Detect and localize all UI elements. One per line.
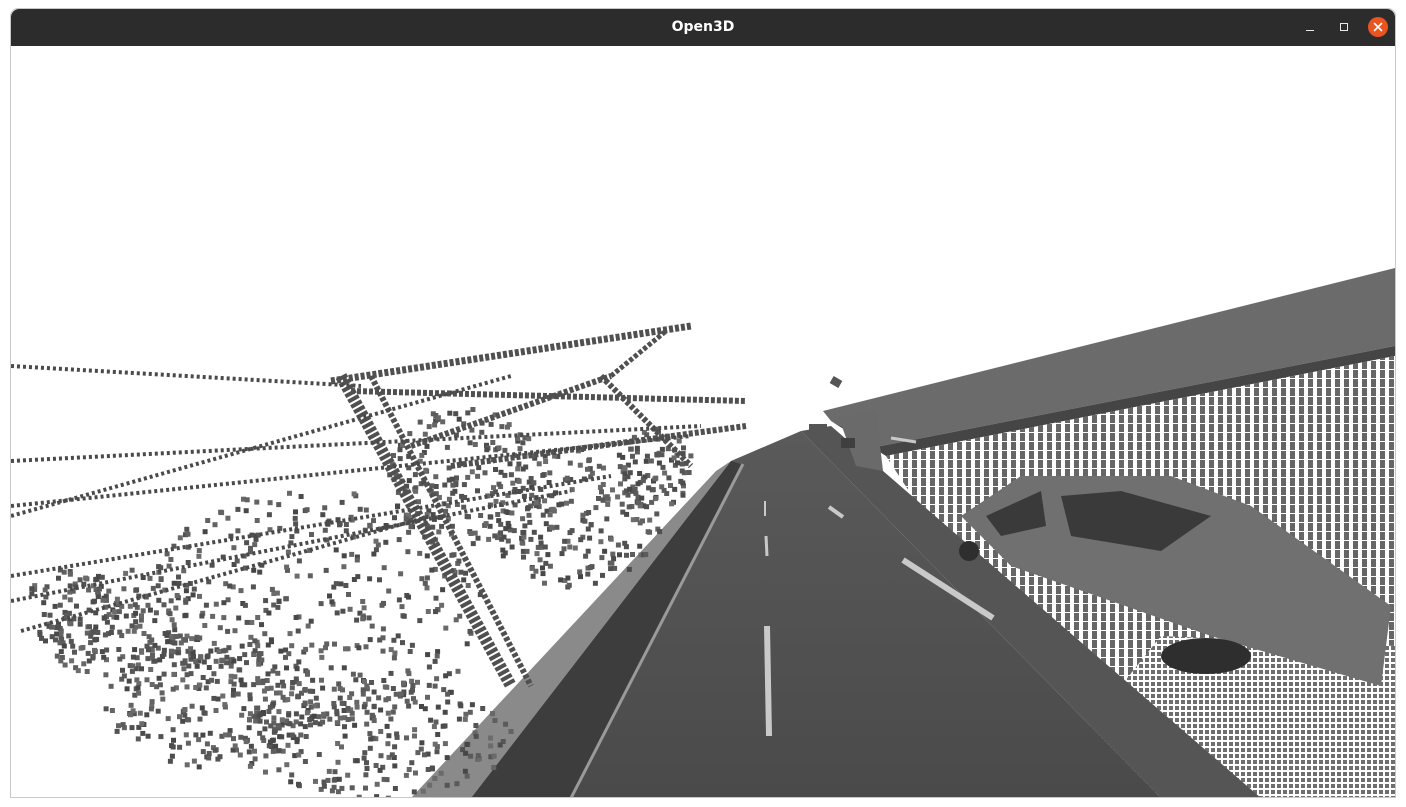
car-wheel-front xyxy=(959,541,979,561)
open3d-window: Open3D xyxy=(10,8,1396,798)
minimize-icon xyxy=(1306,30,1314,31)
lane-dash xyxy=(764,535,769,557)
car-wheel xyxy=(1161,638,1251,674)
van-window xyxy=(841,438,855,448)
point-cloud-scene xyxy=(11,268,1395,797)
minimize-button[interactable] xyxy=(1300,17,1320,37)
lane-dash xyxy=(764,625,772,737)
close-icon xyxy=(1373,22,1383,32)
title-bar[interactable]: Open3D xyxy=(11,9,1395,46)
maximize-icon xyxy=(1340,23,1348,31)
window-title: Open3D xyxy=(671,19,735,35)
distant-car xyxy=(809,424,827,436)
maximize-button[interactable] xyxy=(1334,17,1354,37)
render-viewport[interactable] xyxy=(11,46,1395,797)
distant-object xyxy=(829,376,843,388)
close-button[interactable] xyxy=(1368,17,1388,37)
